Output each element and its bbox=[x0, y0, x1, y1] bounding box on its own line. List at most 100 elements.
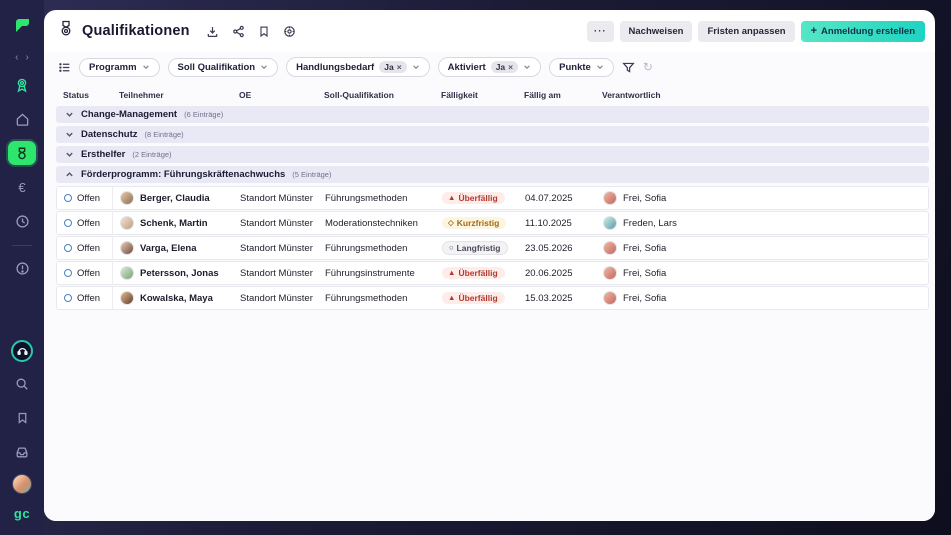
status-label: Offen bbox=[77, 268, 100, 279]
verantwortlich-cell: Frei, Sofia bbox=[596, 237, 928, 259]
award-rosette-icon[interactable] bbox=[9, 73, 35, 97]
filter-pill[interactable]: Programm bbox=[79, 58, 160, 77]
user-avatar[interactable] bbox=[12, 474, 32, 494]
faelligkeit-cell: ▲ Überfällig bbox=[435, 187, 518, 209]
owner-name: Freden, Lars bbox=[623, 218, 677, 229]
filter-funnel-icon[interactable] bbox=[622, 61, 635, 74]
search-icon[interactable] bbox=[9, 372, 35, 396]
due-status-icon: ▲ bbox=[448, 294, 455, 302]
chevron-down-icon bbox=[523, 63, 531, 71]
automation-icon[interactable] bbox=[283, 25, 296, 38]
gc-logo[interactable]: gc bbox=[14, 506, 30, 521]
header-actions: ··· Nachweisen Fristen anpassen + Anmeld… bbox=[587, 21, 925, 42]
column-header: Soll-Qualifikation bbox=[317, 90, 434, 103]
fristen-anpassen-button[interactable]: Fristen anpassen bbox=[698, 21, 794, 42]
page-header: Qualifikationen bbox=[58, 16, 925, 46]
column-header: Teilnehmer bbox=[112, 90, 232, 103]
share-icon[interactable] bbox=[232, 25, 245, 38]
group-chevron-icon[interactable] bbox=[65, 110, 74, 119]
euro-icon[interactable]: € bbox=[9, 175, 35, 199]
group-name: Förderprogramm: Führungskräftenachwuchs bbox=[81, 169, 285, 180]
oe-cell: Standort Münster bbox=[233, 287, 318, 309]
table-row[interactable]: Offen Kowalska, Maya Standort Münster Fü… bbox=[56, 286, 929, 310]
status-label: Offen bbox=[77, 193, 100, 204]
oe-cell: Standort Münster bbox=[233, 212, 318, 234]
alert-circle-icon[interactable] bbox=[9, 256, 35, 280]
remove-filter-icon[interactable]: × bbox=[508, 62, 513, 72]
refresh-icon[interactable]: ↻ bbox=[643, 60, 653, 74]
group-chevron-icon[interactable] bbox=[65, 130, 74, 139]
filter-pill-label: Handlungsbedarf bbox=[296, 62, 374, 73]
chevron-down-icon bbox=[596, 63, 604, 71]
owner-avatar bbox=[603, 291, 617, 305]
participant-name: Petersson, Jonas bbox=[140, 268, 219, 279]
teilnehmer-cell: Varga, Elena bbox=[113, 237, 233, 259]
column-header: Fällig am bbox=[517, 90, 595, 103]
remove-filter-icon[interactable]: × bbox=[397, 62, 402, 72]
faellig-am-cell: 20.06.2025 bbox=[518, 262, 596, 284]
table-header: StatusTeilnehmerOESoll-QualifikationFäll… bbox=[56, 90, 929, 103]
home-icon[interactable] bbox=[9, 107, 35, 131]
filter-pill-label: Punkte bbox=[559, 62, 591, 73]
filter-pill-label: Aktiviert bbox=[448, 62, 486, 73]
view-options-icon[interactable] bbox=[58, 61, 71, 74]
table-row[interactable]: Offen Berger, Claudia Standort Münster F… bbox=[56, 186, 929, 210]
sidebar-divider bbox=[12, 245, 32, 246]
faelligkeit-cell: ◇ Kurzfristig bbox=[435, 212, 518, 234]
owner-name: Frei, Sofia bbox=[623, 293, 666, 304]
status-label: Offen bbox=[77, 293, 100, 304]
group-row[interactable]: Change-Management (6 Einträge) bbox=[56, 106, 929, 123]
download-icon[interactable] bbox=[206, 25, 219, 38]
filter-pill[interactable]: Aktiviert Ja× bbox=[438, 57, 541, 77]
brand-logo-icon[interactable] bbox=[13, 16, 32, 40]
faellig-am-cell: 04.07.2025 bbox=[518, 187, 596, 209]
status-cell: Offen bbox=[57, 212, 113, 234]
history-clock-icon[interactable] bbox=[9, 209, 35, 233]
participant-avatar bbox=[120, 291, 134, 305]
status-cell: Offen bbox=[57, 262, 113, 284]
owner-avatar bbox=[603, 216, 617, 230]
faelligkeit-cell: ○ Langfristig bbox=[435, 237, 518, 259]
owner-avatar bbox=[603, 191, 617, 205]
group-chevron-icon[interactable] bbox=[65, 170, 74, 179]
chevron-right-icon[interactable]: › bbox=[26, 52, 29, 63]
due-status-icon: ▲ bbox=[448, 269, 455, 277]
sidebar: ‹ › € bbox=[0, 0, 44, 535]
soll-qualifikation-cell: Führungsmethoden bbox=[318, 187, 435, 209]
verantwortlich-cell: Frei, Sofia bbox=[596, 262, 928, 284]
group-chevron-icon[interactable] bbox=[65, 150, 74, 159]
table-row[interactable]: Offen Varga, Elena Standort Münster Führ… bbox=[56, 236, 929, 260]
sidebar-item-qualifikationen[interactable] bbox=[8, 141, 36, 165]
anmeldung-erstellen-button[interactable]: + Anmeldung erstellen bbox=[801, 21, 925, 42]
teilnehmer-cell: Petersson, Jonas bbox=[113, 262, 233, 284]
table-row[interactable]: Offen Schenk, Martin Standort Münster Mo… bbox=[56, 211, 929, 235]
filter-pill[interactable]: Punkte bbox=[549, 58, 614, 77]
bookmark-icon[interactable] bbox=[258, 25, 270, 38]
group-row[interactable]: Ersthelfer (2 Einträge) bbox=[56, 146, 929, 163]
soll-qualifikation-cell: Führungsinstrumente bbox=[318, 262, 435, 284]
due-status-badge: ▲ Überfällig bbox=[442, 192, 505, 205]
more-button[interactable]: ··· bbox=[587, 21, 614, 42]
group-name: Change-Management bbox=[81, 109, 177, 120]
sidebar-collapse-controls[interactable]: ‹ › bbox=[15, 52, 29, 63]
chevron-down-icon bbox=[260, 63, 268, 71]
inbox-tray-icon[interactable] bbox=[9, 440, 35, 464]
chevron-down-icon bbox=[142, 63, 150, 71]
faelligkeit-cell: ▲ Überfällig bbox=[435, 262, 518, 284]
nachweisen-button[interactable]: Nachweisen bbox=[620, 21, 693, 42]
group-row[interactable]: Förderprogramm: Führungskräftenachwuchs … bbox=[56, 166, 929, 183]
chevron-left-icon[interactable]: ‹ bbox=[15, 52, 18, 63]
bookmark-icon[interactable] bbox=[9, 406, 35, 430]
filter-pill[interactable]: Handlungsbedarf Ja× bbox=[286, 57, 430, 77]
group-count: (2 Einträge) bbox=[132, 150, 171, 159]
faellig-am-cell: 23.05.2026 bbox=[518, 237, 596, 259]
table-row[interactable]: Offen Petersson, Jonas Standort Münster … bbox=[56, 261, 929, 285]
support-bot-avatar[interactable] bbox=[11, 340, 33, 362]
owner-avatar bbox=[603, 266, 617, 280]
filter-pill[interactable]: Soll Qualifikation bbox=[168, 58, 279, 77]
filter-value-chip: Ja× bbox=[491, 61, 518, 73]
participant-name: Kowalska, Maya bbox=[140, 293, 213, 304]
participant-name: Varga, Elena bbox=[140, 243, 197, 254]
group-row[interactable]: Datenschutz (8 Einträge) bbox=[56, 126, 929, 143]
column-header: Verantwortlich bbox=[595, 90, 929, 103]
